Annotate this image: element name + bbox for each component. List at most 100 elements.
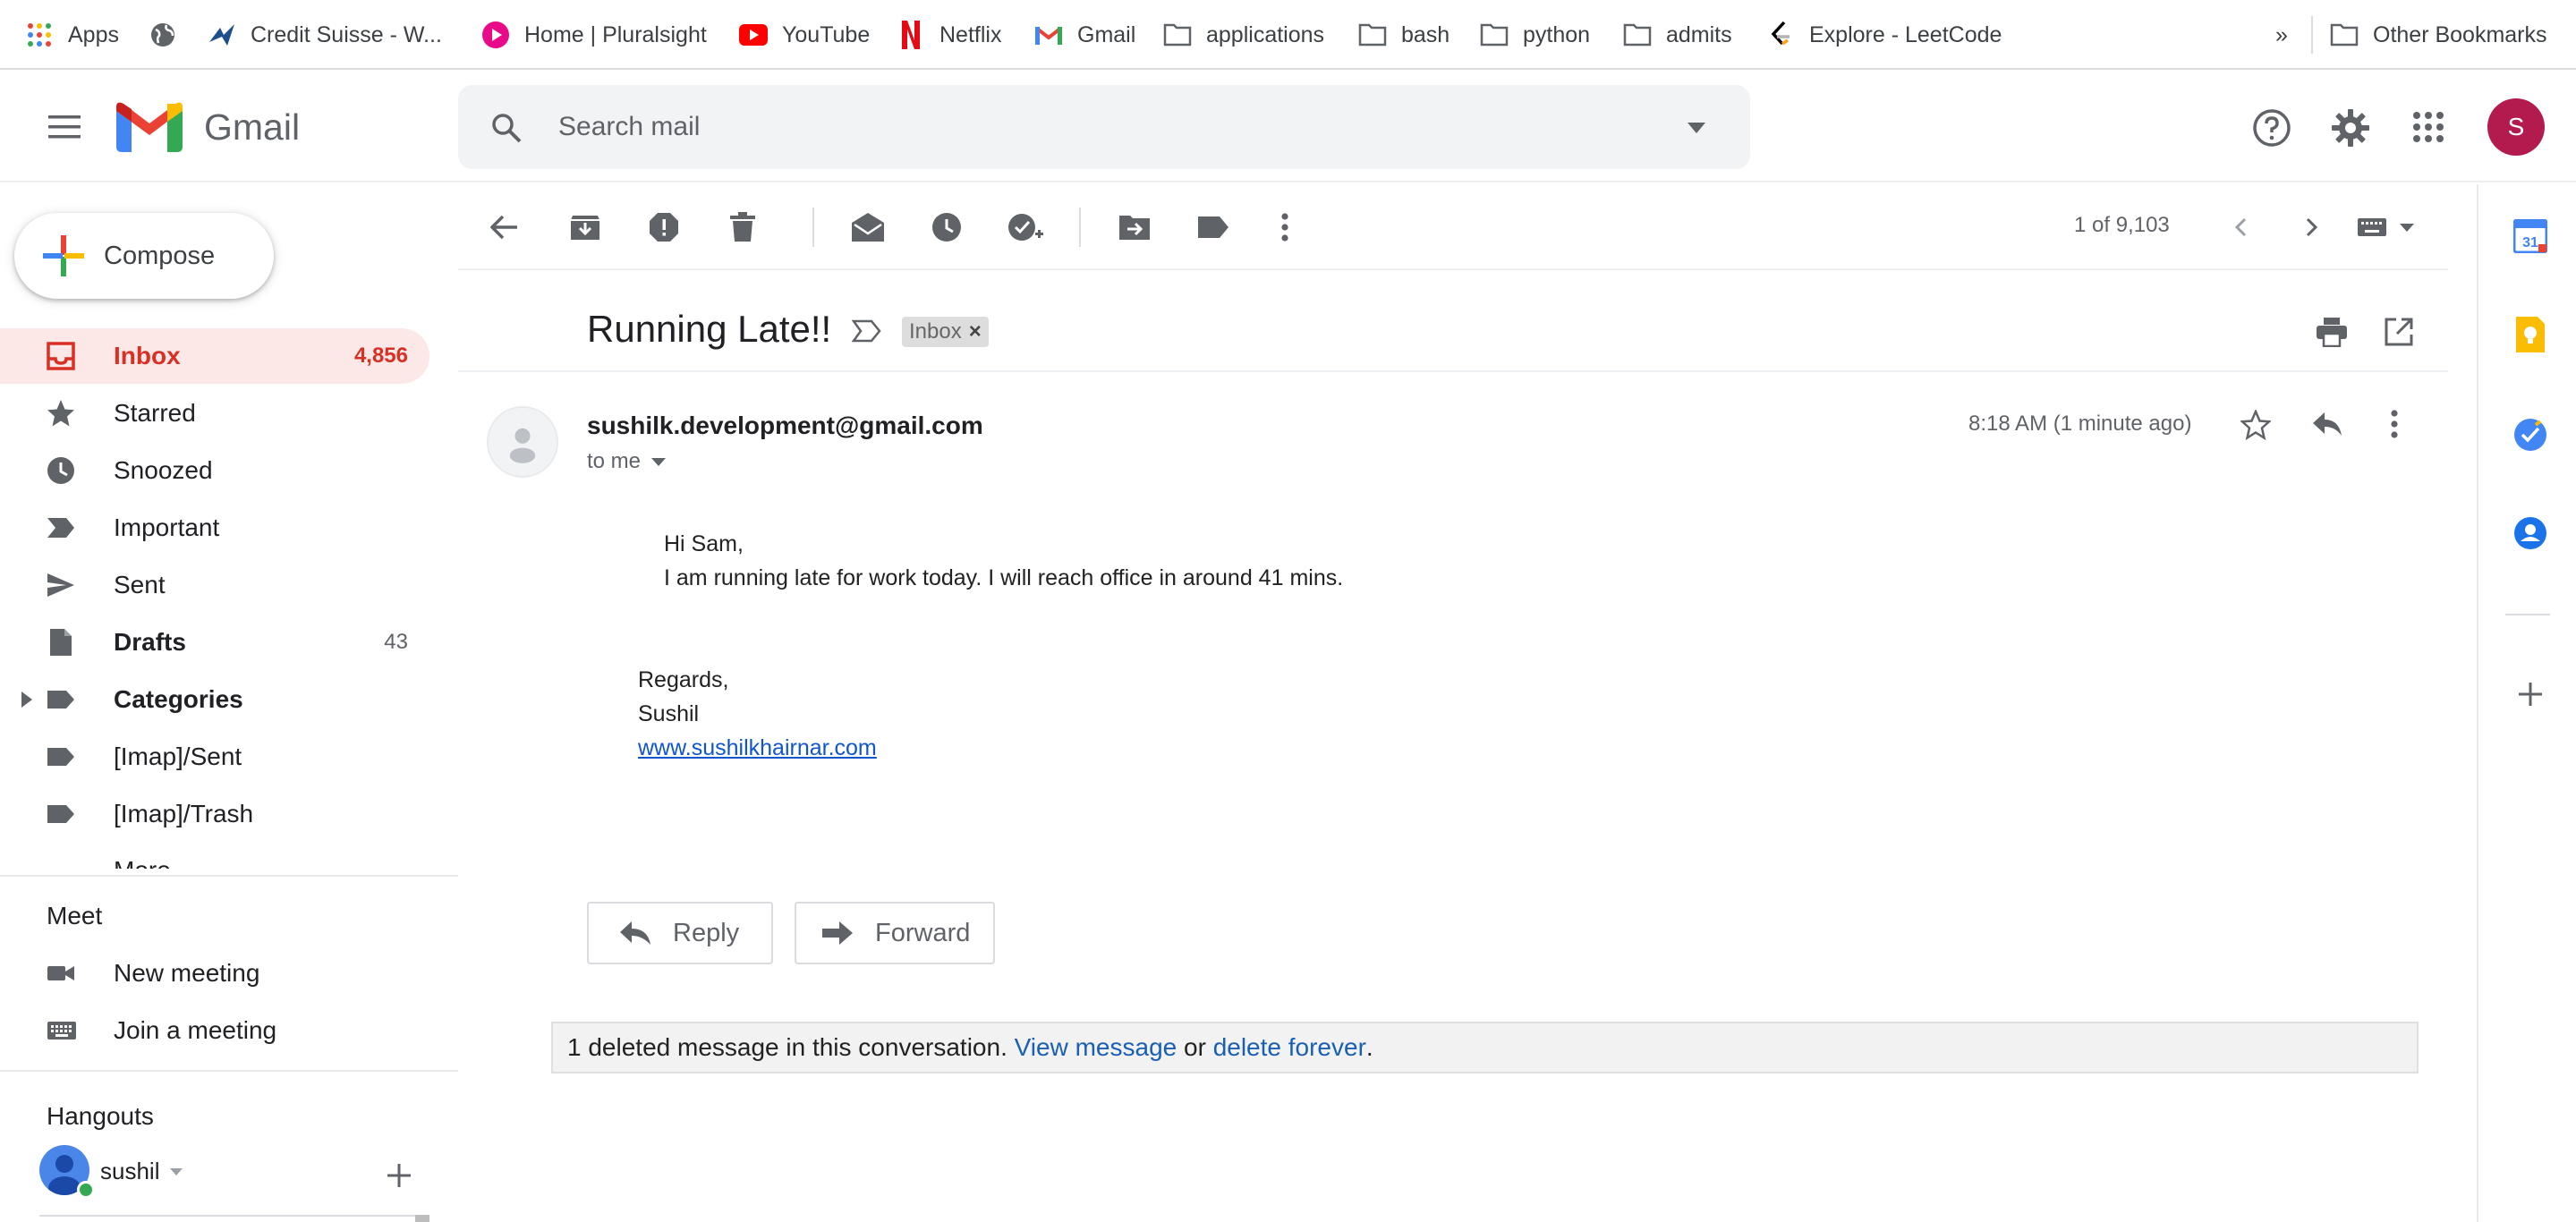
bookmark-folder-python[interactable]: python — [1480, 16, 1590, 54]
compose-plus-icon — [41, 233, 86, 278]
add-to-tasks-button[interactable] — [1007, 209, 1043, 245]
sidebar-item-label: [Imap]/Sent — [114, 743, 242, 770]
bookmark-other[interactable]: Other Bookmarks — [2330, 16, 2547, 54]
reply-label: Reply — [673, 918, 740, 947]
snooze-button[interactable] — [929, 209, 965, 245]
bookmark-globe[interactable] — [149, 16, 191, 54]
bookmark-leetcode[interactable]: Explore - LeetCode — [1766, 16, 2002, 54]
tasks-addon-button[interactable] — [2512, 417, 2548, 453]
google-apps-button[interactable] — [2410, 109, 2446, 145]
forward-button[interactable]: Forward — [795, 902, 995, 964]
move-to-button[interactable] — [1117, 209, 1152, 245]
globe-icon — [149, 21, 177, 49]
input-tools-button[interactable] — [2350, 209, 2421, 245]
new-conversation-button[interactable] — [383, 1159, 415, 1192]
settings-button[interactable] — [2330, 107, 2371, 149]
sidebar-item-label: Important — [114, 513, 220, 541]
calendar-addon-button[interactable]: 31 — [2512, 218, 2548, 254]
labels-button[interactable] — [1195, 209, 1231, 245]
open-new-window-button[interactable] — [2384, 317, 2414, 347]
bookmark-gmail[interactable]: Gmail — [1034, 16, 1135, 54]
gmail-logo[interactable]: Gmail — [116, 100, 300, 154]
sidebar-item-important[interactable]: Important — [0, 500, 429, 556]
reply-icon-button[interactable] — [2312, 412, 2342, 437]
bookmarks-bar: Apps Credit Suisse - W... Home | Plurals… — [0, 0, 2576, 70]
bookmark-credit-suisse[interactable]: Credit Suisse - W... — [208, 16, 442, 54]
view-message-link[interactable]: View message — [1015, 1033, 1177, 1062]
reply-button[interactable]: Reply — [587, 902, 773, 964]
compose-label: Compose — [104, 241, 216, 270]
hangouts-title: Hangouts — [47, 1102, 154, 1130]
contacts-addon-button[interactable] — [2512, 515, 2548, 551]
sidebar-item-inbox[interactable]: Inbox 4,856 — [0, 328, 429, 384]
caret-down-icon — [170, 1167, 183, 1175]
archive-button[interactable] — [567, 209, 603, 245]
reply-icon — [619, 921, 651, 946]
report-spam-button[interactable] — [646, 209, 682, 245]
sidebar-item-sent[interactable]: Sent — [0, 557, 429, 613]
sidebar-item-more[interactable]: More — [0, 844, 429, 869]
keep-addon-button[interactable] — [2512, 317, 2548, 352]
account-avatar[interactable]: S — [2487, 98, 2545, 156]
mark-important-toggle[interactable] — [852, 318, 882, 344]
sidebar-item-snoozed[interactable]: Snoozed — [0, 443, 429, 498]
sidebar-scrollbar[interactable] — [415, 1215, 429, 1222]
back-button[interactable] — [487, 209, 523, 245]
compose-button[interactable]: Compose — [14, 213, 274, 299]
new-meeting-button[interactable]: New meeting — [0, 946, 429, 1001]
join-meeting-button[interactable]: Join a meeting — [0, 1003, 429, 1058]
get-addons-button[interactable] — [2512, 676, 2548, 712]
bookmark-apps[interactable]: Apps — [25, 16, 119, 54]
remove-label-button[interactable]: × — [969, 319, 982, 344]
older-button[interactable] — [2294, 209, 2330, 245]
message-timestamp: 8:18 AM (1 minute ago) — [1968, 412, 2192, 436]
toolbar-divider — [1079, 208, 1081, 247]
overflow-label: » — [2275, 21, 2288, 47]
sidebar-item-imap-sent[interactable]: [Imap]/Sent — [0, 729, 429, 785]
bookmark-folder-bash[interactable]: bash — [1358, 16, 1450, 54]
bookmarks-overflow-button[interactable]: » — [2275, 16, 2288, 54]
new-meeting-label: New meeting — [114, 959, 260, 987]
meet-title: Meet — [47, 902, 103, 929]
star-icon — [47, 399, 75, 428]
expand-arrow-icon[interactable] — [21, 692, 32, 708]
chevron-right-icon — [2306, 217, 2318, 237]
search-input[interactable] — [558, 106, 1614, 148]
search-options-button[interactable] — [1679, 112, 1714, 144]
bookmark-youtube[interactable]: YouTube — [739, 16, 870, 54]
sidebar-item-categories[interactable]: Categories — [0, 672, 429, 727]
star-button[interactable] — [2240, 410, 2271, 440]
bookmark-folder-applications[interactable]: applications — [1163, 16, 1324, 54]
support-button[interactable] — [2251, 107, 2292, 149]
signature-website-link[interactable]: www.sushilkhairnar.com — [638, 735, 877, 760]
body-signature-name: Sushil — [638, 701, 700, 726]
bookmark-pluralsight[interactable]: Home | Pluralsight — [481, 16, 707, 54]
deleted-notice-or: or — [1184, 1033, 1206, 1061]
delete-forever-link[interactable]: delete forever — [1213, 1033, 1366, 1062]
main-menu-button[interactable] — [43, 109, 86, 145]
search-button[interactable] — [485, 106, 528, 149]
bookmark-folder-admits[interactable]: admits — [1623, 16, 1732, 54]
more-actions-button[interactable] — [1267, 209, 1303, 245]
print-all-button[interactable] — [2316, 317, 2348, 347]
label-icon — [1197, 215, 1229, 240]
message-view: sushilk.development@gmail.com to me 8:18… — [458, 372, 2448, 998]
sidebar-item-starred[interactable]: Starred — [0, 386, 429, 441]
mark-unread-button[interactable] — [850, 209, 886, 245]
bookmark-label: bash — [1401, 21, 1450, 47]
hangouts-user-switcher[interactable]: sushil — [100, 1158, 183, 1185]
delete-button[interactable] — [725, 209, 761, 245]
folder-icon — [2330, 21, 2359, 49]
bookmark-label: Explore - LeetCode — [1809, 21, 2002, 47]
sidebar-item-drafts[interactable]: Drafts 43 — [0, 615, 429, 670]
recipient-details-toggle[interactable]: to me — [587, 449, 667, 474]
sidebar-item-label: Inbox — [114, 342, 181, 369]
newer-button[interactable] — [2223, 209, 2258, 245]
deleted-notice-text: 1 deleted message in this conversation. — [567, 1033, 1007, 1061]
deleted-notice-period: . — [1365, 1033, 1373, 1061]
message-more-button[interactable] — [2391, 410, 2398, 438]
sidebar-item-imap-trash[interactable]: [Imap]/Trash — [0, 786, 429, 842]
bookmark-netflix[interactable]: Netflix — [897, 16, 1001, 54]
calendar-icon: 31 — [2513, 219, 2547, 253]
report-spam-icon — [649, 212, 679, 242]
